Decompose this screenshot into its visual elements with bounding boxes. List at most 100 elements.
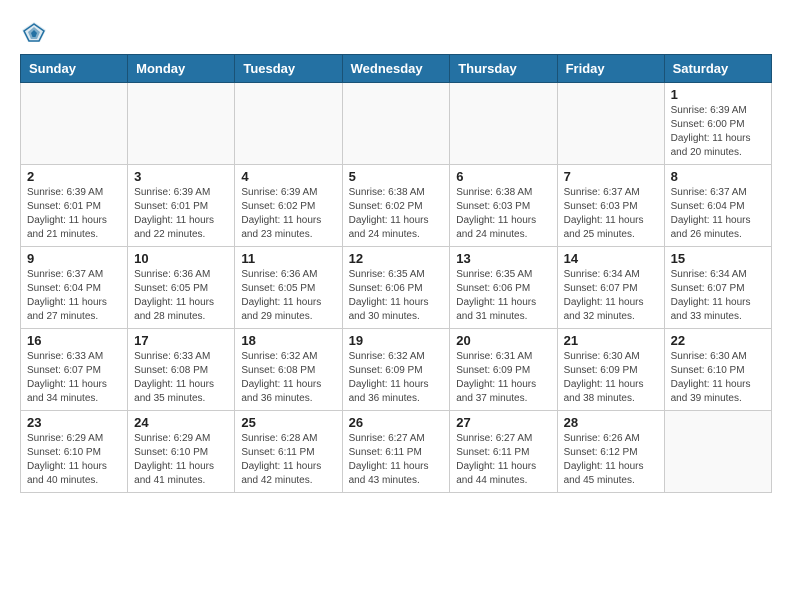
calendar-week-1: 1 Sunrise: 6:39 AM Sunset: 6:00 PM Daylig… — [21, 83, 772, 165]
calendar-cell: 22 Sunrise: 6:30 AM Sunset: 6:10 PM Dayli… — [664, 329, 771, 411]
calendar-cell — [450, 83, 557, 165]
day-info: Sunrise: 6:26 AM Sunset: 6:12 PM Dayligh… — [564, 432, 658, 488]
day-info: Sunrise: 6:32 AM Sunset: 6:09 PM Dayligh… — [349, 350, 444, 406]
calendar-cell: 15 Sunrise: 6:34 AM Sunset: 6:07 PM Dayli… — [664, 247, 771, 329]
day-number: 9 — [27, 251, 121, 266]
calendar-cell: 17 Sunrise: 6:33 AM Sunset: 6:08 PM Dayli… — [128, 329, 235, 411]
day-number: 24 — [134, 415, 228, 430]
day-number: 7 — [564, 169, 658, 184]
day-number: 5 — [349, 169, 444, 184]
calendar-cell: 6Sunrise: 6:38 AM Sunset: 6:03 PM Daylig… — [450, 165, 557, 247]
day-info: Sunrise: 6:29 AM Sunset: 6:10 PM Dayligh… — [134, 432, 228, 488]
day-number: 12 — [349, 251, 444, 266]
calendar-week-2: 2 Sunrise: 6:39 AM Sunset: 6:01 PM Daylig… — [21, 165, 772, 247]
calendar-cell: 4Sunrise: 6:39 AM Sunset: 6:02 PM Daylig… — [235, 165, 342, 247]
day-number: 17 — [134, 333, 228, 348]
calendar-cell — [664, 411, 771, 493]
calendar-week-4: 16 Sunrise: 6:33 AM Sunset: 6:07 PM Dayli… — [21, 329, 772, 411]
day-info: Sunrise: 6:29 AM Sunset: 6:10 PM Dayligh… — [27, 432, 121, 488]
day-info: Sunrise: 6:32 AM Sunset: 6:08 PM Dayligh… — [241, 350, 335, 406]
day-info: Sunrise: 6:35 AM Sunset: 6:06 PM Dayligh… — [456, 268, 550, 324]
day-number: 22 — [671, 333, 765, 348]
day-info: Sunrise: 6:37 AM Sunset: 6:04 PM Dayligh… — [27, 268, 121, 324]
calendar-cell: 25 Sunrise: 6:28 AM Sunset: 6:11 PM Dayli… — [235, 411, 342, 493]
logo-icon — [20, 20, 48, 44]
calendar-table: SundayMondayTuesdayWednesdayThursdayFrid… — [20, 54, 772, 493]
day-info: Sunrise: 6:31 AM Sunset: 6:09 PM Dayligh… — [456, 350, 550, 406]
calendar-cell: 21 Sunrise: 6:30 AM Sunset: 6:09 PM Dayli… — [557, 329, 664, 411]
day-number: 8 — [671, 169, 765, 184]
page-header — [20, 20, 772, 44]
calendar-cell: 16 Sunrise: 6:33 AM Sunset: 6:07 PM Dayli… — [21, 329, 128, 411]
calendar-cell: 18 Sunrise: 6:32 AM Sunset: 6:08 PM Dayli… — [235, 329, 342, 411]
calendar-cell: 10 Sunrise: 6:36 AM Sunset: 6:05 PM Dayli… — [128, 247, 235, 329]
day-info: Sunrise: 6:39 AM Sunset: 6:01 PM Dayligh… — [134, 186, 228, 242]
day-number: 2 — [27, 169, 121, 184]
day-number: 20 — [456, 333, 550, 348]
calendar-cell: 11Sunrise: 6:36 AM Sunset: 6:05 PM Dayli… — [235, 247, 342, 329]
day-number: 19 — [349, 333, 444, 348]
day-number: 26 — [349, 415, 444, 430]
calendar-week-5: 23Sunrise: 6:29 AM Sunset: 6:10 PM Dayli… — [21, 411, 772, 493]
day-number: 6 — [456, 169, 550, 184]
day-number: 25 — [241, 415, 335, 430]
calendar-cell: 20 Sunrise: 6:31 AM Sunset: 6:09 PM Dayli… — [450, 329, 557, 411]
calendar-cell — [342, 83, 450, 165]
weekday-header-row: SundayMondayTuesdayWednesdayThursdayFrid… — [21, 55, 772, 83]
day-number: 3 — [134, 169, 228, 184]
calendar-cell: 5 Sunrise: 6:38 AM Sunset: 6:02 PM Daylig… — [342, 165, 450, 247]
day-info: Sunrise: 6:38 AM Sunset: 6:02 PM Dayligh… — [349, 186, 444, 242]
day-number: 4 — [241, 169, 335, 184]
weekday-header-monday: Monday — [128, 55, 235, 83]
day-info: Sunrise: 6:37 AM Sunset: 6:04 PM Dayligh… — [671, 186, 765, 242]
day-number: 13 — [456, 251, 550, 266]
day-number: 14 — [564, 251, 658, 266]
weekday-header-tuesday: Tuesday — [235, 55, 342, 83]
calendar-cell: 3 Sunrise: 6:39 AM Sunset: 6:01 PM Daylig… — [128, 165, 235, 247]
day-info: Sunrise: 6:30 AM Sunset: 6:09 PM Dayligh… — [564, 350, 658, 406]
day-info: Sunrise: 6:39 AM Sunset: 6:01 PM Dayligh… — [27, 186, 121, 242]
day-number: 10 — [134, 251, 228, 266]
weekday-header-sunday: Sunday — [21, 55, 128, 83]
calendar-cell — [21, 83, 128, 165]
day-info: Sunrise: 6:37 AM Sunset: 6:03 PM Dayligh… — [564, 186, 658, 242]
day-number: 16 — [27, 333, 121, 348]
day-info: Sunrise: 6:35 AM Sunset: 6:06 PM Dayligh… — [349, 268, 444, 324]
day-number: 28 — [564, 415, 658, 430]
day-number: 21 — [564, 333, 658, 348]
calendar-cell: 26 Sunrise: 6:27 AM Sunset: 6:11 PM Dayli… — [342, 411, 450, 493]
calendar-cell: 19 Sunrise: 6:32 AM Sunset: 6:09 PM Dayli… — [342, 329, 450, 411]
day-number: 15 — [671, 251, 765, 266]
weekday-header-thursday: Thursday — [450, 55, 557, 83]
calendar-cell: 2 Sunrise: 6:39 AM Sunset: 6:01 PM Daylig… — [21, 165, 128, 247]
day-number: 1 — [671, 87, 765, 102]
calendar-cell: 27 Sunrise: 6:27 AM Sunset: 6:11 PM Dayli… — [450, 411, 557, 493]
calendar-cell: 24 Sunrise: 6:29 AM Sunset: 6:10 PM Dayli… — [128, 411, 235, 493]
calendar-cell: 28 Sunrise: 6:26 AM Sunset: 6:12 PM Dayli… — [557, 411, 664, 493]
day-info: Sunrise: 6:27 AM Sunset: 6:11 PM Dayligh… — [349, 432, 444, 488]
day-info: Sunrise: 6:34 AM Sunset: 6:07 PM Dayligh… — [564, 268, 658, 324]
calendar-cell: 1 Sunrise: 6:39 AM Sunset: 6:00 PM Daylig… — [664, 83, 771, 165]
weekday-header-saturday: Saturday — [664, 55, 771, 83]
day-info: Sunrise: 6:28 AM Sunset: 6:11 PM Dayligh… — [241, 432, 335, 488]
calendar-cell — [557, 83, 664, 165]
calendar-cell: 9 Sunrise: 6:37 AM Sunset: 6:04 PM Daylig… — [21, 247, 128, 329]
day-info: Sunrise: 6:36 AM Sunset: 6:05 PM Dayligh… — [134, 268, 228, 324]
calendar-cell: 14 Sunrise: 6:34 AM Sunset: 6:07 PM Dayli… — [557, 247, 664, 329]
day-info: Sunrise: 6:39 AM Sunset: 6:00 PM Dayligh… — [671, 104, 765, 160]
calendar-cell — [128, 83, 235, 165]
calendar-cell: 7 Sunrise: 6:37 AM Sunset: 6:03 PM Daylig… — [557, 165, 664, 247]
day-info: Sunrise: 6:33 AM Sunset: 6:08 PM Dayligh… — [134, 350, 228, 406]
calendar-cell: 13 Sunrise: 6:35 AM Sunset: 6:06 PM Dayli… — [450, 247, 557, 329]
day-number: 18 — [241, 333, 335, 348]
calendar-cell: 8 Sunrise: 6:37 AM Sunset: 6:04 PM Daylig… — [664, 165, 771, 247]
calendar-week-3: 9 Sunrise: 6:37 AM Sunset: 6:04 PM Daylig… — [21, 247, 772, 329]
calendar-cell: 23Sunrise: 6:29 AM Sunset: 6:10 PM Dayli… — [21, 411, 128, 493]
day-info: Sunrise: 6:34 AM Sunset: 6:07 PM Dayligh… — [671, 268, 765, 324]
day-info: Sunrise: 6:30 AM Sunset: 6:10 PM Dayligh… — [671, 350, 765, 406]
day-info: Sunrise: 6:33 AM Sunset: 6:07 PM Dayligh… — [27, 350, 121, 406]
day-info: Sunrise: 6:27 AM Sunset: 6:11 PM Dayligh… — [456, 432, 550, 488]
day-number: 27 — [456, 415, 550, 430]
logo — [20, 20, 52, 44]
day-info: Sunrise: 6:36 AM Sunset: 6:05 PM Dayligh… — [241, 268, 335, 324]
